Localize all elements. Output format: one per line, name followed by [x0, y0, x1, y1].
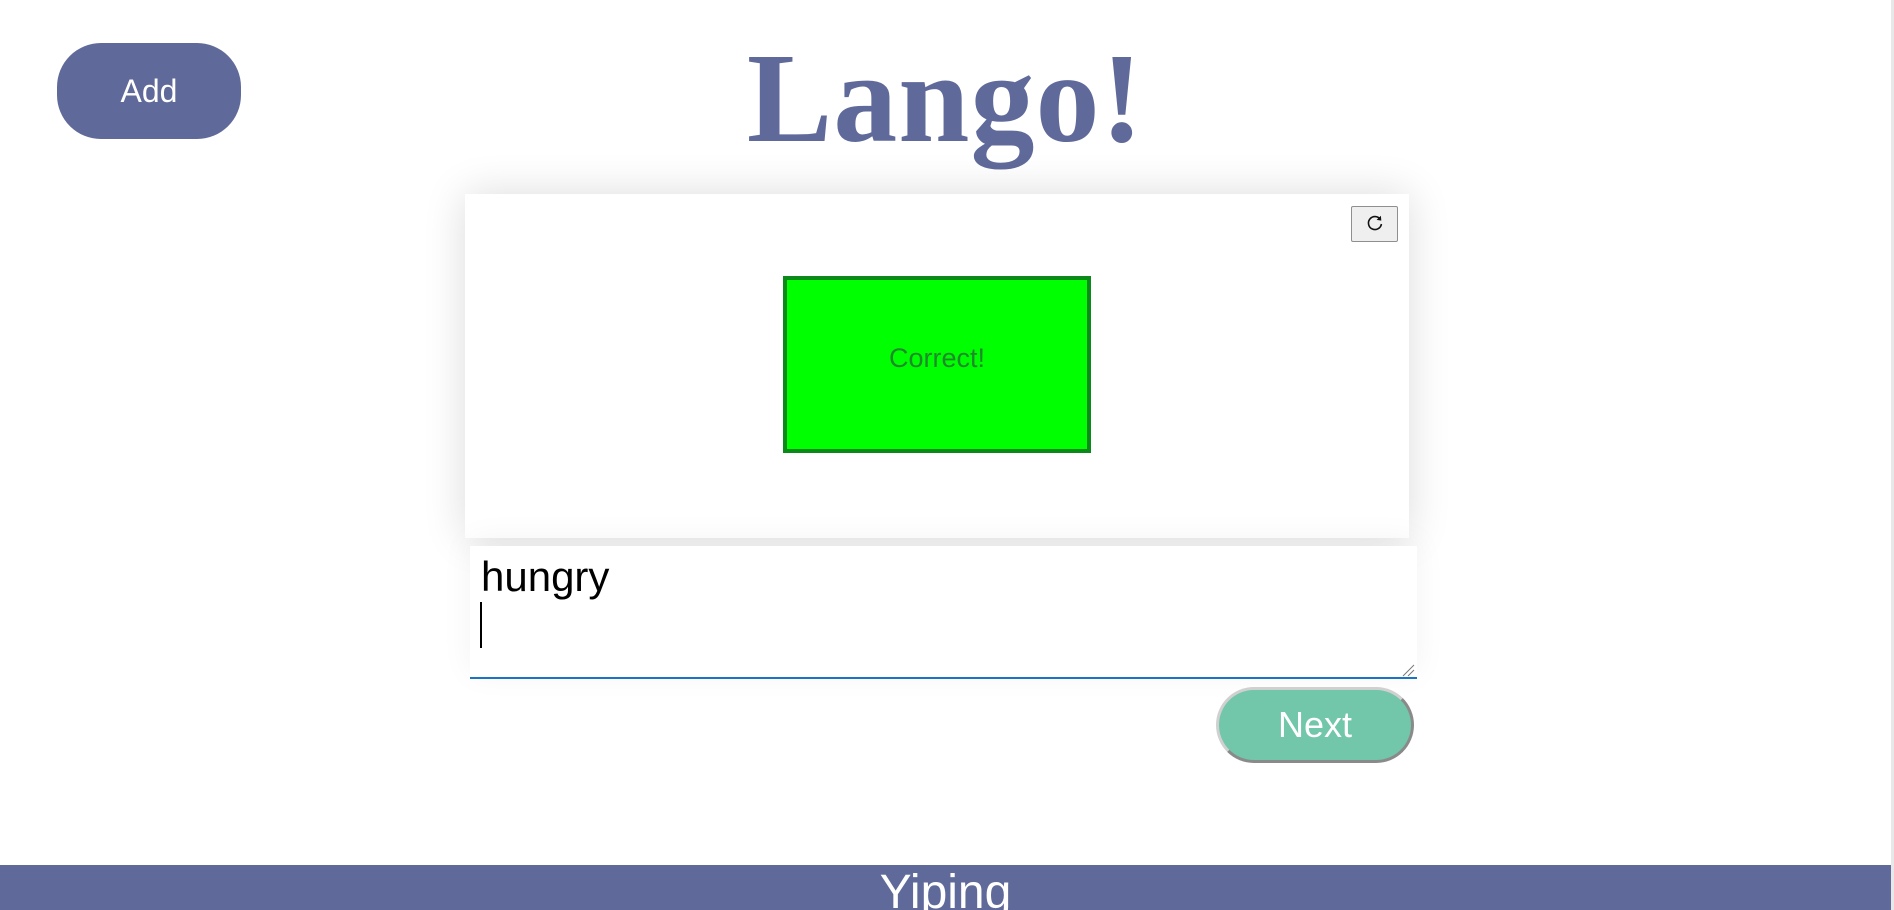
answer-text: hungry [481, 553, 610, 600]
resize-grip-icon[interactable] [1401, 663, 1415, 677]
next-button[interactable]: Next [1216, 687, 1414, 763]
refresh-button[interactable] [1351, 206, 1398, 242]
footer: Yiping [0, 865, 1891, 910]
refresh-icon [1365, 213, 1385, 236]
feedback-box: Correct! [783, 276, 1091, 453]
footer-text: Yiping [879, 866, 1012, 910]
answer-field[interactable] [470, 546, 1417, 679]
page-title: Lango! [746, 27, 1145, 169]
feedback-text: Correct! [888, 343, 986, 373]
text-caret [480, 602, 482, 648]
page: Add Lango! Correct! hungry Next Yiping [0, 0, 1894, 910]
